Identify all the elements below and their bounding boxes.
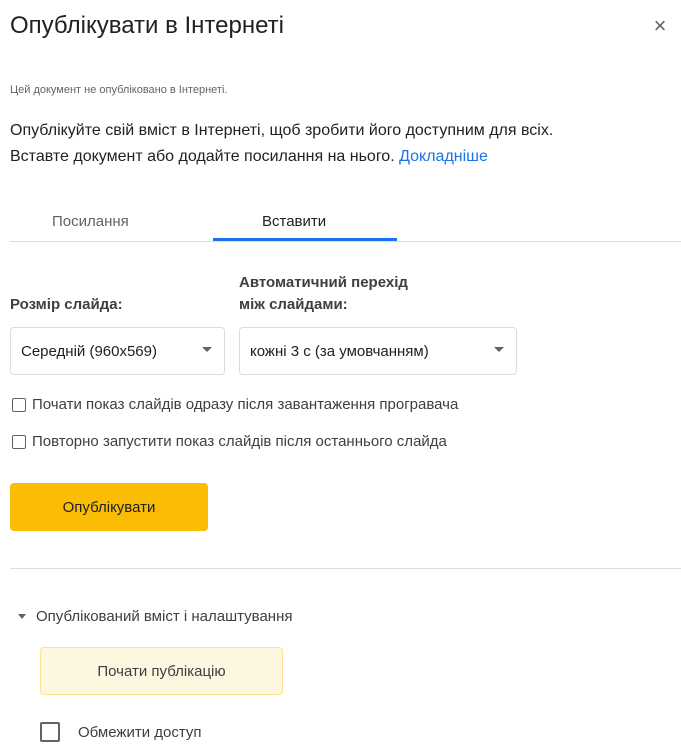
start-on-load-option: Почати показ слайдів одразу після завант… (12, 396, 458, 413)
published-settings-label: Опублікований вміст і налаштування (36, 608, 293, 625)
active-tab-indicator (213, 238, 397, 241)
section-divider (10, 568, 681, 569)
auto-advance-label-line-1: Автоматичний перехід (239, 274, 408, 291)
auto-advance-value: кожні 3 с (за умовчанням) (250, 342, 429, 360)
publish-status-text: Цей документ не опубліковано в Інтернеті… (10, 84, 228, 96)
start-on-load-label: Почати показ слайдів одразу після завант… (32, 396, 459, 413)
chevron-down-icon (494, 347, 504, 352)
auto-advance-label-line-2: між слайдами: (239, 296, 348, 313)
publish-button[interactable]: Опублікувати (10, 483, 208, 531)
published-settings-toggle[interactable]: Опублікований вміст і налаштування (18, 608, 293, 625)
tab-link[interactable]: Посилання (52, 213, 129, 230)
description-line-2: Вставте документ або додайте посилання н… (10, 144, 670, 170)
caret-down-icon (18, 614, 26, 619)
restart-option: Повторно запустити показ слайдів після о… (12, 433, 447, 450)
auto-advance-label: Автоматичний перехід між слайдами: (239, 272, 408, 316)
publish-to-web-dialog: Опублікувати в Інтернеті × Цей документ … (0, 0, 681, 747)
slide-size-value: Середній (960x569) (21, 342, 157, 360)
restrict-access-checkbox[interactable] (40, 722, 60, 742)
restart-checkbox[interactable] (12, 434, 26, 449)
close-icon[interactable]: × (648, 14, 672, 38)
start-publishing-button[interactable]: Почати публікацію (40, 647, 283, 695)
chevron-down-icon (202, 347, 212, 352)
restart-label: Повторно запустити показ слайдів після о… (32, 433, 447, 450)
description-line-1: Опублікуйте свій вміст в Інтернеті, щоб … (10, 122, 554, 139)
dialog-title: Опублікувати в Інтернеті (10, 12, 284, 39)
restrict-access-label: Обмежити доступ (78, 723, 202, 741)
learn-more-link[interactable]: Докладніше (399, 148, 488, 165)
tab-embed[interactable]: Вставити (262, 213, 326, 230)
slide-size-dropdown[interactable]: Середній (960x569) (10, 327, 225, 375)
restrict-access-option: Обмежити доступ (40, 722, 202, 742)
auto-advance-dropdown[interactable]: кожні 3 с (за умовчанням) (239, 327, 517, 375)
description-line-2-text: Вставте документ або додайте посилання н… (10, 148, 395, 165)
description: Опублікуйте свій вміст в Інтернеті, щоб … (10, 118, 670, 170)
tab-bar: Посилання Вставити (10, 210, 681, 242)
slide-size-label: Розмір слайда: (10, 296, 123, 313)
start-on-load-checkbox[interactable] (12, 397, 26, 412)
